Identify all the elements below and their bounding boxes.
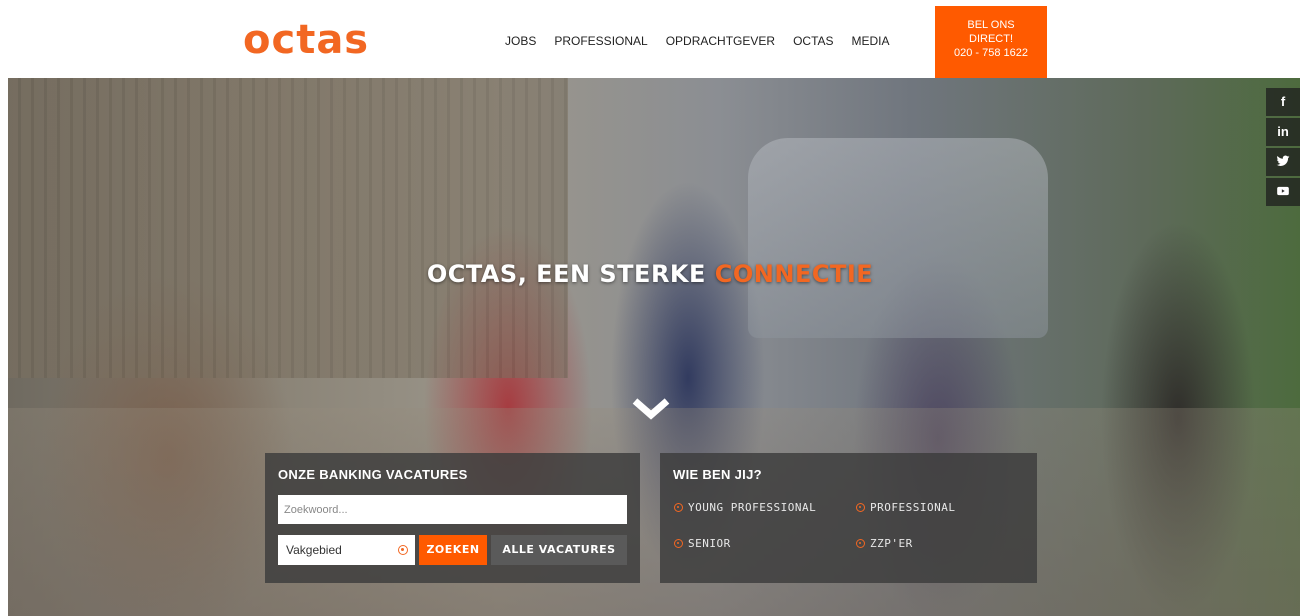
linkedin-icon[interactable]: in <box>1266 118 1300 146</box>
nav-item-opdrachtgever[interactable]: OPDRACHTGEVER <box>666 34 775 48</box>
vacancy-search-panel: ONZE BANKING VACATURES Vakgebied ZOEKEN … <box>265 453 640 583</box>
search-button[interactable]: ZOEKEN <box>419 535 487 565</box>
who-panel-title: WIE BEN JIJ? <box>673 467 762 482</box>
search-panel-title: ONZE BANKING VACATURES <box>278 467 468 482</box>
hero-ground <box>8 408 1300 616</box>
who-item-label: PROFESSIONAL <box>870 501 956 514</box>
who-item-senior[interactable]: SENIOR <box>674 537 731 550</box>
tagline-accent: CONNECTIE <box>714 260 874 288</box>
hero-tagline: OCTAS, EEN STERKE CONNECTIE <box>0 260 1300 288</box>
hero-image <box>8 78 1300 616</box>
call-us-box[interactable]: BEL ONS DIRECT! 020 - 758 1622 <box>935 6 1047 78</box>
who-item-professional[interactable]: PROFESSIONAL <box>856 501 955 514</box>
callbox-phone: 020 - 758 1622 <box>953 47 1028 59</box>
circle-bullet-icon <box>856 539 865 548</box>
chevron-down-icon[interactable] <box>632 395 670 423</box>
facebook-icon[interactable]: f <box>1266 88 1300 116</box>
youtube-icon[interactable] <box>1266 178 1300 206</box>
nav-item-jobs[interactable]: JOBS <box>505 34 536 48</box>
hero-background-cars <box>748 138 1048 338</box>
who-item-label: ZZP'ER <box>870 537 913 550</box>
site-header: octas JOBS PROFESSIONAL OPDRACHTGEVER OC… <box>0 0 1300 78</box>
vakgebied-select-value: Vakgebied <box>286 543 342 557</box>
who-item-label: YOUNG PROFESSIONAL <box>688 501 817 514</box>
callbox-line1: BEL ONS <box>967 19 1015 31</box>
nav-item-octas[interactable]: OCTAS <box>793 34 833 48</box>
octas-logo[interactable]: octas <box>243 18 369 62</box>
select-indicator-icon <box>398 545 408 555</box>
nav-item-professional[interactable]: PROFESSIONAL <box>554 34 647 48</box>
all-vacancies-button[interactable]: ALLE VACATURES <box>491 535 627 565</box>
twitter-icon[interactable] <box>1266 148 1300 176</box>
who-item-label: SENIOR <box>688 537 731 550</box>
social-sidebar: f in <box>1266 88 1300 208</box>
circle-bullet-icon <box>674 539 683 548</box>
who-item-zzper[interactable]: ZZP'ER <box>856 537 913 550</box>
callbox-line2: DIRECT! <box>969 33 1013 45</box>
who-are-you-panel: WIE BEN JIJ? YOUNG PROFESSIONAL PROFESSI… <box>660 453 1037 583</box>
main-nav: JOBS PROFESSIONAL OPDRACHTGEVER OCTAS ME… <box>505 34 908 48</box>
circle-bullet-icon <box>674 503 683 512</box>
nav-item-media[interactable]: MEDIA <box>852 34 890 48</box>
circle-bullet-icon <box>856 503 865 512</box>
vakgebied-select[interactable]: Vakgebied <box>278 535 415 565</box>
tagline-main: OCTAS, EEN STERKE <box>426 260 715 288</box>
keyword-search-input[interactable] <box>278 495 627 524</box>
hero-fence <box>8 78 568 378</box>
who-item-young-professional[interactable]: YOUNG PROFESSIONAL <box>674 501 816 514</box>
